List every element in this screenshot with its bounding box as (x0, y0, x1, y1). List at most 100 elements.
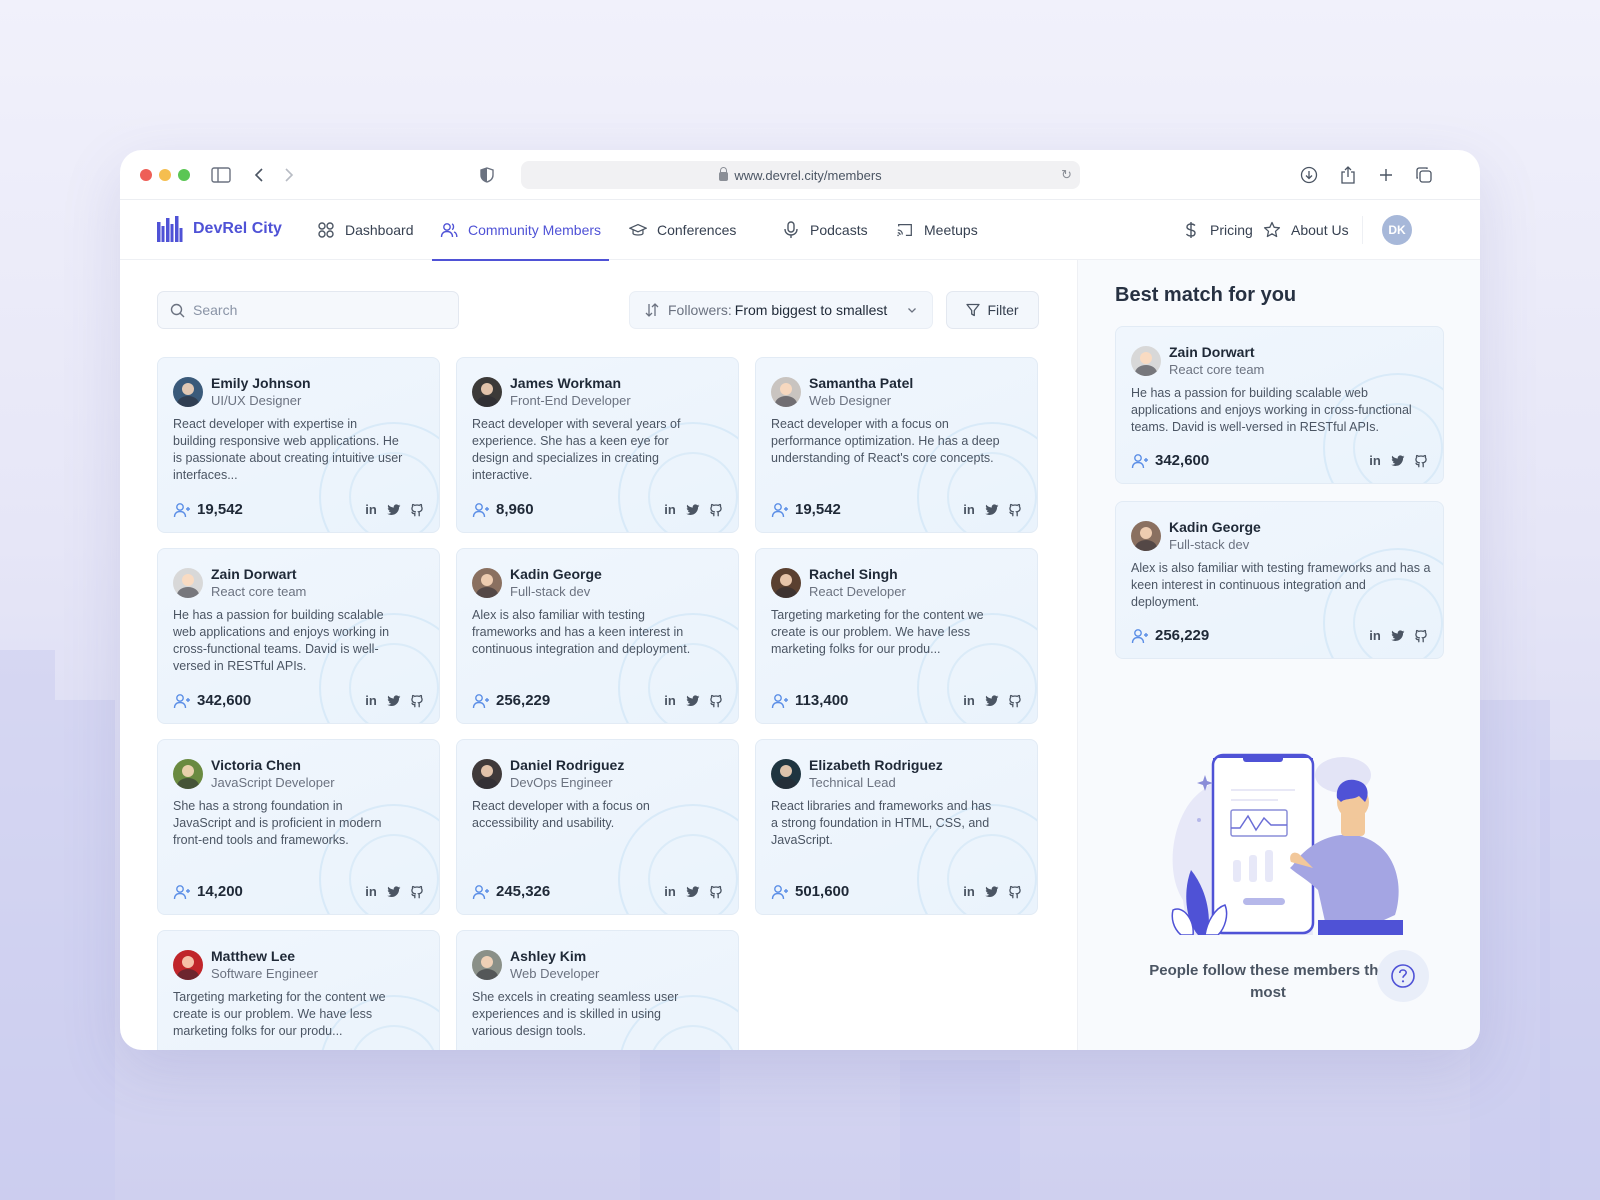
new-tab-icon[interactable] (1375, 164, 1397, 186)
github-icon[interactable] (1008, 885, 1022, 899)
github-icon[interactable] (410, 885, 424, 899)
member-avatar[interactable] (771, 377, 801, 407)
linkedin-icon[interactable]: in (364, 693, 378, 708)
member-avatar[interactable] (173, 759, 203, 789)
github-icon[interactable] (709, 885, 723, 899)
github-icon[interactable] (1008, 694, 1022, 708)
member-card[interactable]: Matthew Lee Software Engineer Targeting … (157, 930, 440, 1050)
search-input[interactable] (193, 302, 443, 318)
best-match-card[interactable]: Zain Dorwart React core team He has a pa… (1115, 326, 1444, 484)
forward-icon[interactable] (278, 164, 300, 186)
sidebar-toggle-icon[interactable] (210, 164, 232, 186)
github-icon[interactable] (1414, 454, 1428, 468)
twitter-icon[interactable] (387, 694, 401, 708)
linkedin-icon[interactable]: in (663, 502, 677, 517)
github-icon[interactable] (410, 694, 424, 708)
member-name[interactable]: Daniel Rodriguez (510, 756, 624, 774)
member-name[interactable]: Samantha Patel (809, 374, 913, 392)
twitter-icon[interactable] (1391, 629, 1405, 643)
maximize-window-button[interactable] (178, 169, 190, 181)
member-card[interactable]: Rachel Singh React Developer Targeting m… (755, 548, 1038, 724)
linkedin-icon[interactable]: in (962, 884, 976, 899)
github-icon[interactable] (1008, 503, 1022, 517)
nav-about-us[interactable]: About Us (1263, 200, 1349, 260)
member-avatar[interactable] (472, 950, 502, 980)
twitter-icon[interactable] (686, 503, 700, 517)
member-avatar[interactable] (771, 759, 801, 789)
nav-meetups[interactable]: Meetups (896, 200, 978, 260)
member-card[interactable]: Victoria Chen JavaScript Developer She h… (157, 739, 440, 915)
member-card[interactable]: James Workman Front-End Developer React … (456, 357, 739, 533)
member-card[interactable]: Zain Dorwart React core team He has a pa… (157, 548, 440, 724)
member-name[interactable]: Kadin George (510, 565, 602, 583)
linkedin-icon[interactable]: in (962, 502, 976, 517)
linkedin-icon[interactable]: in (364, 884, 378, 899)
help-button[interactable] (1377, 950, 1429, 1002)
member-avatar[interactable] (173, 377, 203, 407)
twitter-icon[interactable] (985, 503, 999, 517)
member-card[interactable]: Kadin George Full-stack dev Alex is also… (456, 548, 739, 724)
user-avatar[interactable]: DK (1382, 215, 1412, 245)
nav-dashboard[interactable]: Dashboard (317, 200, 414, 260)
member-name[interactable]: Matthew Lee (211, 947, 318, 965)
member-avatar[interactable] (1131, 521, 1161, 551)
twitter-icon[interactable] (686, 694, 700, 708)
member-card[interactable]: Elizabeth Rodriguez Technical Lead React… (755, 739, 1038, 915)
nav-podcasts[interactable]: Podcasts (782, 200, 868, 260)
member-avatar[interactable] (173, 950, 203, 980)
linkedin-icon[interactable]: in (962, 693, 976, 708)
nav-community-members[interactable]: Community Members (431, 200, 610, 261)
member-avatar[interactable] (472, 759, 502, 789)
member-avatar[interactable] (1131, 346, 1161, 376)
member-name[interactable]: Zain Dorwart (1169, 343, 1264, 361)
address-bar[interactable]: www.devrel.city/members ↻ (521, 161, 1080, 189)
member-avatar[interactable] (771, 568, 801, 598)
back-icon[interactable] (248, 164, 270, 186)
github-icon[interactable] (410, 503, 424, 517)
linkedin-icon[interactable]: in (663, 693, 677, 708)
member-name[interactable]: Rachel Singh (809, 565, 906, 583)
member-avatar[interactable] (472, 568, 502, 598)
member-card[interactable]: Daniel Rodriguez DevOps Engineer React d… (456, 739, 739, 915)
twitter-icon[interactable] (686, 885, 700, 899)
member-card[interactable]: Samantha Patel Web Designer React develo… (755, 357, 1038, 533)
search-field[interactable] (157, 291, 459, 329)
member-name[interactable]: Zain Dorwart (211, 565, 306, 583)
minimize-window-button[interactable] (159, 169, 171, 181)
privacy-shield-icon[interactable] (476, 164, 498, 186)
twitter-icon[interactable] (985, 694, 999, 708)
member-avatar[interactable] (472, 377, 502, 407)
twitter-icon[interactable] (1391, 454, 1405, 468)
github-icon[interactable] (709, 694, 723, 708)
github-icon[interactable] (1414, 629, 1428, 643)
nav-pricing[interactable]: Pricing (1182, 200, 1253, 260)
filter-button[interactable]: Filter (946, 291, 1039, 329)
share-icon[interactable] (1337, 164, 1359, 186)
download-icon[interactable] (1298, 164, 1320, 186)
linkedin-icon[interactable]: in (1368, 453, 1382, 468)
twitter-icon[interactable] (387, 885, 401, 899)
twitter-icon[interactable] (985, 885, 999, 899)
linkedin-icon[interactable]: in (1368, 628, 1382, 643)
github-icon[interactable] (709, 503, 723, 517)
reload-icon[interactable]: ↻ (1061, 167, 1072, 183)
nav-conferences[interactable]: Conferences (629, 200, 736, 260)
best-match-card[interactable]: Kadin George Full-stack dev Alex is also… (1115, 501, 1444, 659)
member-name[interactable]: James Workman (510, 374, 631, 392)
sort-dropdown[interactable]: Followers: From biggest to smallest (629, 291, 933, 329)
member-name[interactable]: Ashley Kim (510, 947, 599, 965)
member-card[interactable]: Emily Johnson UI/UX Designer React devel… (157, 357, 440, 533)
linkedin-icon[interactable]: in (364, 502, 378, 517)
member-card[interactable]: Ashley Kim Web Developer She excels in c… (456, 930, 739, 1050)
member-name[interactable]: Emily Johnson (211, 374, 311, 392)
member-name[interactable]: Victoria Chen (211, 756, 335, 774)
brand-logo[interactable]: DevRel City (157, 216, 282, 242)
browser-toolbar: www.devrel.city/members ↻ (120, 150, 1480, 200)
linkedin-icon[interactable]: in (663, 884, 677, 899)
twitter-icon[interactable] (387, 503, 401, 517)
member-name[interactable]: Kadin George (1169, 518, 1261, 536)
close-window-button[interactable] (140, 169, 152, 181)
member-avatar[interactable] (173, 568, 203, 598)
member-name[interactable]: Elizabeth Rodriguez (809, 756, 943, 774)
tabs-overview-icon[interactable] (1413, 164, 1435, 186)
